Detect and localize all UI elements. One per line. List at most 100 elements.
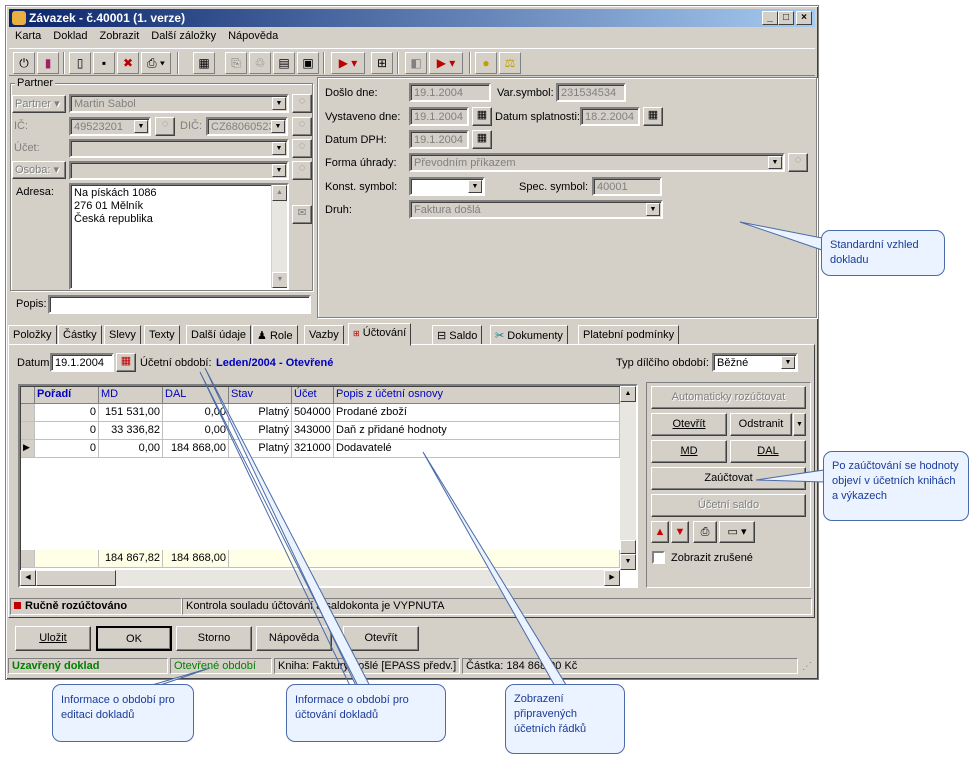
md-button[interactable]: MD bbox=[651, 440, 727, 463]
adresa-scrollbar[interactable]: ▲ ▼ bbox=[271, 185, 287, 288]
resize-grip-icon[interactable]: ⋰ bbox=[802, 661, 812, 672]
scales-icon[interactable]: ⚖ bbox=[499, 52, 521, 74]
note-icon[interactable]: ▭ ▾ bbox=[719, 521, 755, 543]
minimize-button[interactable]: _ bbox=[762, 11, 778, 25]
export-icon[interactable]: ▶ ▾ bbox=[331, 52, 365, 74]
tab-texty[interactable]: Texty bbox=[144, 325, 180, 345]
cell-popis[interactable]: Prodané zboží bbox=[334, 404, 620, 422]
col-header-popis[interactable]: Popis z účetní osnovy bbox=[334, 387, 620, 404]
calendar-icon[interactable]: ▦ bbox=[193, 52, 215, 74]
tab-platebni-podminky[interactable]: Platební podmínky bbox=[578, 325, 680, 345]
cell-popis[interactable]: Daň z přidané hodnoty bbox=[334, 422, 620, 440]
cell-stav[interactable]: Platný bbox=[229, 422, 292, 440]
osoba-button[interactable]: Osoba: ▾ bbox=[12, 161, 66, 179]
osoba-field[interactable]: ▼ bbox=[69, 161, 289, 180]
tab-role[interactable]: ♟ Role bbox=[252, 325, 298, 345]
col-header-md[interactable]: MD bbox=[99, 387, 163, 404]
cancel-button[interactable]: Storno bbox=[176, 626, 252, 651]
move-up-icon[interactable]: ▲ bbox=[651, 521, 669, 543]
col-header-ucet[interactable]: Účet bbox=[292, 387, 334, 404]
power-icon[interactable]: ⏻ bbox=[13, 52, 35, 74]
send-icon[interactable]: ▶ ▾ bbox=[429, 52, 463, 74]
tab-dokumenty[interactable]: ✂ Dokumenty bbox=[490, 325, 568, 345]
cell-popis[interactable]: Dodavatelé bbox=[334, 440, 620, 458]
new-icon[interactable]: ▯ bbox=[69, 52, 91, 74]
cell-md[interactable]: 33 336,82 bbox=[99, 422, 163, 440]
menu-dalsi-zalozky[interactable]: Další záložky bbox=[145, 28, 222, 42]
menu-doklad[interactable]: Doklad bbox=[47, 28, 93, 42]
cell-dal[interactable]: 184 868,00 bbox=[163, 440, 229, 458]
delete-icon[interactable]: ✖ bbox=[117, 52, 139, 74]
envelope-icon[interactable]: ✉ bbox=[292, 205, 312, 224]
tab-slevy[interactable]: Slevy bbox=[104, 325, 141, 345]
druh-select[interactable]: Faktura došlá ▼ bbox=[409, 200, 663, 219]
adresa-textarea[interactable]: Na pískách 1086 276 01 Mělník Česká repu… bbox=[69, 183, 289, 290]
doslo-field[interactable]: 19.1.2004 bbox=[409, 83, 491, 102]
move-down-icon[interactable]: ▼ bbox=[671, 521, 689, 543]
tab-vazby[interactable]: Vazby bbox=[304, 325, 344, 345]
hscroll-thumb[interactable] bbox=[36, 570, 116, 586]
typ-select[interactable]: Běžné ▼ bbox=[712, 353, 798, 372]
calendar-icon[interactable]: ▦ bbox=[116, 353, 136, 372]
calendar-icon[interactable]: ▦ bbox=[472, 107, 492, 126]
accounting-grid[interactable]: Pořadí MD DAL Stav Účet Popis z účetní o… bbox=[18, 384, 638, 588]
cell-md[interactable]: 151 531,00 bbox=[99, 404, 163, 422]
form-icon[interactable]: ▣ bbox=[297, 52, 319, 74]
print-icon[interactable]: ⎙ ▾ bbox=[141, 52, 171, 74]
show-cancelled-checkbox[interactable] bbox=[652, 551, 665, 564]
tab-saldo[interactable]: ⊟ Saldo bbox=[432, 325, 483, 345]
ic-lookup-icon[interactable]: ◌ bbox=[155, 117, 175, 136]
book-icon[interactable]: ▮ bbox=[37, 52, 59, 74]
saldo-button[interactable]: Účetní saldo bbox=[651, 494, 806, 517]
menu-karta[interactable]: Karta bbox=[9, 28, 47, 42]
maximize-button[interactable]: □ bbox=[778, 11, 794, 25]
ucet-lookup-icon[interactable]: ◌ bbox=[292, 139, 312, 158]
konst-select[interactable]: ▼ bbox=[409, 177, 485, 196]
menu-napoveda[interactable]: Nápověda bbox=[222, 28, 284, 42]
cell-stav[interactable]: Platný bbox=[229, 404, 292, 422]
tab-uctovani[interactable]: ⊞ Účtování bbox=[348, 323, 412, 346]
menu-zobrazit[interactable]: Zobrazit bbox=[94, 28, 146, 42]
cell-ucet[interactable]: 504000 bbox=[292, 404, 334, 422]
splatnost-field[interactable]: 18.2.2004 bbox=[580, 107, 640, 126]
dic-field[interactable]: CZ68060523 ▼ bbox=[206, 117, 288, 136]
ic-field[interactable]: 49523201 ▼ bbox=[69, 117, 151, 136]
scroll-up-icon[interactable]: ▲ bbox=[620, 386, 636, 402]
dic-lookup-icon[interactable]: ◌ bbox=[292, 117, 312, 136]
col-header-poradi[interactable]: Pořadí bbox=[35, 387, 99, 404]
import-icon[interactable]: ◧ bbox=[405, 52, 427, 74]
print-icon[interactable]: ⎙ bbox=[693, 521, 717, 543]
partner-button[interactable]: Partner ▾ bbox=[12, 95, 66, 113]
vystaveno-field[interactable]: 19.1.2004 bbox=[409, 107, 469, 126]
remove-dropdown-icon[interactable]: ▼ bbox=[793, 413, 806, 436]
cell-poradi[interactable]: 0 bbox=[35, 440, 99, 458]
dph-field[interactable]: 19.1.2004 bbox=[409, 130, 469, 149]
save-button[interactable]: Uložit bbox=[15, 626, 91, 651]
scroll-right-icon[interactable]: ▶ bbox=[604, 570, 620, 586]
remove-button[interactable]: Odstranit bbox=[730, 413, 792, 436]
save-icon[interactable]: ▪ bbox=[93, 52, 115, 74]
cell-dal[interactable]: 0,00 bbox=[163, 404, 229, 422]
tab-polozky[interactable]: Položky bbox=[8, 325, 57, 345]
osoba-lookup-icon[interactable]: ◌ bbox=[292, 161, 312, 180]
varsym-field[interactable]: 231534534 bbox=[556, 83, 626, 102]
ok-button[interactable]: OK bbox=[96, 626, 172, 651]
popis-field[interactable] bbox=[48, 295, 311, 314]
tab-dalsi-udaje[interactable]: Další údaje bbox=[186, 325, 252, 345]
cell-dal[interactable]: 0,00 bbox=[163, 422, 229, 440]
cell-ucet[interactable]: 321000 bbox=[292, 440, 334, 458]
open-doc-button[interactable]: Otevřít bbox=[343, 626, 419, 651]
grid-vscrollbar[interactable]: ▲ ▼ bbox=[620, 386, 636, 570]
coins-icon[interactable]: ● bbox=[475, 52, 497, 74]
forma-lookup-icon[interactable]: ◌ bbox=[788, 153, 808, 172]
close-button[interactable]: × bbox=[796, 11, 812, 25]
network-icon[interactable]: ⊞ bbox=[371, 52, 393, 74]
cell-ucet[interactable]: 343000 bbox=[292, 422, 334, 440]
auto-account-button[interactable]: Automaticky rozúčtovat bbox=[651, 386, 806, 409]
cell-poradi[interactable]: 0 bbox=[35, 404, 99, 422]
copy-icon[interactable]: ⎘ bbox=[225, 52, 247, 74]
scroll-left-icon[interactable]: ◀ bbox=[20, 570, 36, 586]
spec-field[interactable]: 40001 bbox=[592, 177, 662, 196]
tab-castky[interactable]: Částky bbox=[58, 325, 102, 345]
cell-stav[interactable]: Platný bbox=[229, 440, 292, 458]
